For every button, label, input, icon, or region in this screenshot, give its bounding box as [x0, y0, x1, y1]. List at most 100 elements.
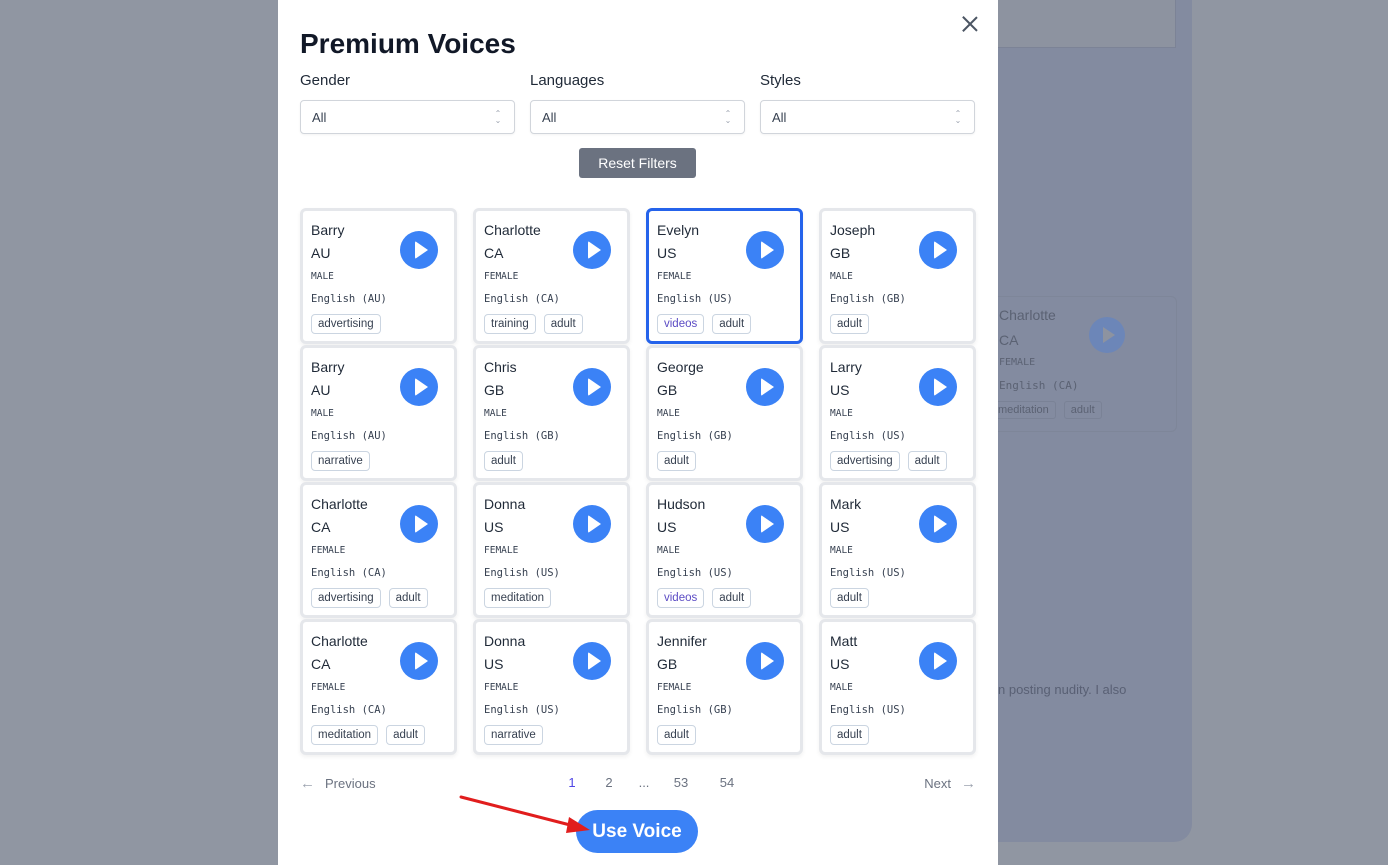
voice-gender: MALE [311, 408, 334, 419]
page-number-button[interactable]: 1 [555, 775, 589, 790]
voice-name: Barry [311, 222, 345, 238]
style-tag: adult [830, 725, 869, 745]
reset-filters-button[interactable]: Reset Filters [579, 148, 696, 178]
style-tag: training [484, 314, 536, 334]
background-text: n posting nudity. I also [998, 682, 1127, 697]
arrow-left-icon: ← [300, 775, 315, 792]
chevron-up-down-icon: ⌃ ⌄ [724, 109, 732, 125]
voice-language: English (US) [484, 567, 560, 579]
voice-country: US [484, 519, 504, 535]
background-tag: meditation [991, 401, 1056, 419]
style-tag: adult [543, 314, 583, 334]
voice-country: GB [830, 245, 851, 261]
voice-tags: videos adult [657, 314, 752, 334]
gender-select[interactable]: All ⌃ ⌄ [300, 100, 515, 134]
use-voice-button[interactable]: Use Voice [576, 810, 698, 853]
voice-name: George [657, 359, 704, 375]
voice-country: GB [657, 656, 678, 672]
voice-tags: meditation [484, 588, 552, 608]
voice-card[interactable]: Matt US MALE English (US) adult [819, 619, 976, 755]
voice-language: English (US) [830, 430, 906, 442]
voice-card[interactable]: Charlotte CA FEMALE English (CA) advertising… [300, 482, 457, 618]
voice-card[interactable]: Charlotte CA FEMALE English (CA) meditation a… [300, 619, 457, 755]
voice-language: English (US) [657, 567, 733, 579]
voice-gender: MALE [830, 271, 853, 282]
play-button-icon[interactable] [573, 368, 611, 406]
voice-card[interactable]: Barry AU MALE English (AU) advertising [300, 208, 457, 344]
voice-card[interactable]: Barry AU MALE English (AU) narrative [300, 345, 457, 481]
voice-language: English (US) [484, 704, 560, 716]
voice-tags: adult [830, 725, 869, 745]
voice-name: Hudson [657, 496, 706, 512]
play-button-icon[interactable] [400, 231, 438, 269]
voice-name: Barry [311, 359, 345, 375]
voice-gender: FEMALE [484, 545, 519, 556]
voice-gender: FEMALE [311, 682, 346, 693]
style-tag: meditation [311, 725, 379, 745]
filter-languages: Languages All ⌃ ⌄ [530, 72, 745, 134]
play-button-icon[interactable] [573, 505, 611, 543]
filters-row: Gender All ⌃ ⌄ Languages All ⌃ ⌄ Styles Al… [300, 72, 975, 134]
play-button-icon[interactable] [573, 231, 611, 269]
style-tag: adult [386, 725, 425, 745]
page-number-button[interactable]: 53 [659, 775, 703, 790]
voice-card[interactable]: George GB MALE English (GB) adult [646, 345, 803, 481]
play-button-icon[interactable] [746, 231, 784, 269]
close-icon[interactable] [960, 14, 980, 34]
voice-card[interactable]: Donna US FEMALE English (US) narrative [473, 619, 630, 755]
play-button-icon[interactable] [919, 505, 957, 543]
voice-language: English (GB) [657, 704, 733, 716]
page-number-button[interactable]: 54 [703, 775, 751, 790]
voice-language: English (US) [657, 293, 733, 305]
voice-tags: adult [657, 451, 696, 471]
voice-card[interactable]: Chris GB MALE English (GB) adult [473, 345, 630, 481]
voice-tags: narrative [311, 451, 370, 471]
play-button-icon[interactable] [400, 642, 438, 680]
style-tag: narrative [311, 451, 370, 471]
select-value: All [542, 110, 557, 125]
style-tag: adult [388, 588, 428, 608]
voice-card[interactable]: Jennifer GB FEMALE English (GB) adult [646, 619, 803, 755]
play-button-icon[interactable] [400, 505, 438, 543]
background-tag: adult [1063, 401, 1102, 419]
play-button-icon[interactable] [400, 368, 438, 406]
play-button-icon[interactable] [919, 642, 957, 680]
voice-card[interactable]: Evelyn US FEMALE English (US) videos adult [646, 208, 803, 344]
play-button-icon[interactable] [746, 505, 784, 543]
style-tag: videos [657, 588, 705, 608]
voice-gender: MALE [311, 271, 334, 282]
background-voice-gender: FEMALE [999, 357, 1036, 368]
voice-card[interactable]: Charlotte CA FEMALE English (CA) training adu… [473, 208, 630, 344]
previous-page-button[interactable]: ← Previous [300, 775, 376, 792]
voice-country: AU [311, 245, 331, 261]
play-button-icon[interactable] [919, 231, 957, 269]
voice-card[interactable]: Joseph GB MALE English (GB) adult [819, 208, 976, 344]
voice-tags: advertising adult [830, 451, 947, 471]
voice-grid: Barry AU MALE English (AU) advertising Charlo… [300, 208, 976, 755]
voice-gender: FEMALE [657, 682, 692, 693]
style-tag: advertising [830, 451, 900, 471]
voice-language: English (CA) [311, 567, 387, 579]
play-button-icon[interactable] [573, 642, 611, 680]
background-voice-name: Charlotte [999, 307, 1056, 323]
styles-select[interactable]: All ⌃ ⌄ [760, 100, 975, 134]
voice-name: Donna [484, 496, 526, 512]
style-tag: adult [657, 725, 696, 745]
background-play-icon [1089, 317, 1125, 353]
play-button-icon[interactable] [746, 368, 784, 406]
voice-name: Charlotte [484, 222, 541, 238]
voice-card[interactable]: Larry US MALE English (US) advertising adult [819, 345, 976, 481]
style-tag: meditation [484, 588, 552, 608]
page-number-button[interactable]: 2 [589, 775, 629, 790]
play-button-icon[interactable] [746, 642, 784, 680]
next-page-button[interactable]: Next → [924, 775, 976, 792]
filter-label: Languages [530, 72, 605, 89]
voice-name: Evelyn [657, 222, 700, 238]
voice-country: GB [657, 382, 678, 398]
voice-card[interactable]: Hudson US MALE English (US) videos adult [646, 482, 803, 618]
voice-gender: FEMALE [484, 271, 519, 282]
voice-card[interactable]: Mark US MALE English (US) adult [819, 482, 976, 618]
languages-select[interactable]: All ⌃ ⌄ [530, 100, 745, 134]
play-button-icon[interactable] [919, 368, 957, 406]
voice-card[interactable]: Donna US FEMALE English (US) meditation [473, 482, 630, 618]
